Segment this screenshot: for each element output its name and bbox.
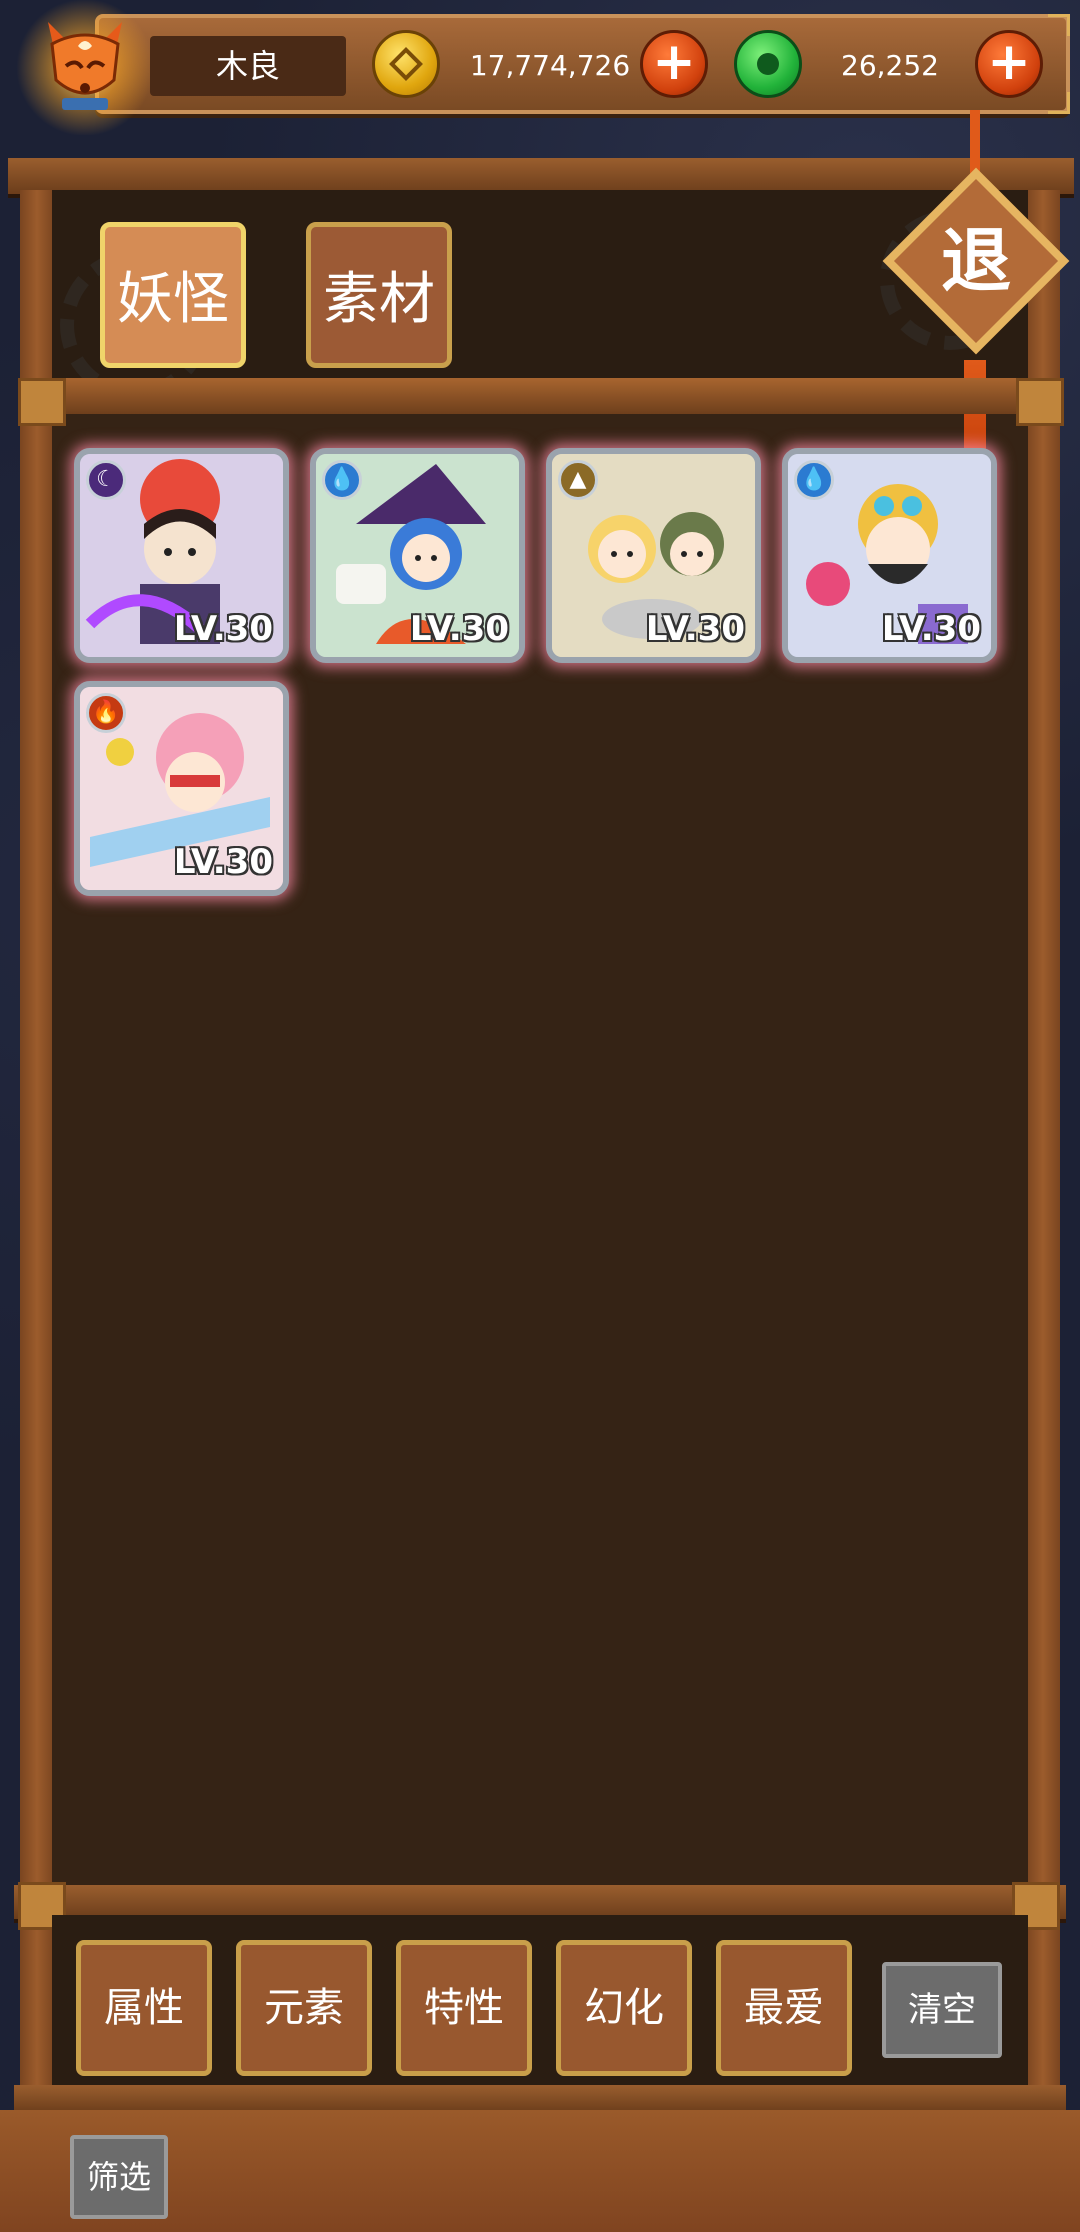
filter-element-label: 元素: [264, 1985, 344, 2031]
add-jade-button[interactable]: +: [975, 30, 1043, 98]
retreat-label: 退: [941, 219, 1011, 302]
filter-element-button[interactable]: 元素: [236, 1940, 372, 2076]
jade-amount: 26,252: [841, 49, 939, 82]
bracket: [1016, 378, 1064, 426]
monster-card[interactable]: ☾ LV.30: [74, 448, 289, 663]
filter-favorite-label: 最爱: [744, 1985, 824, 2031]
bracket: [18, 378, 66, 426]
filter-attribute-label: 属性: [104, 1985, 184, 2031]
frame-right-post: [1026, 190, 1060, 2110]
add-gold-button[interactable]: +: [640, 30, 708, 98]
moon-element-icon: ☾: [86, 460, 126, 500]
monster-card[interactable]: 💧 LV.30: [782, 448, 997, 663]
filter-toggle-label: 筛选: [86, 2158, 151, 2196]
monster-level: LV.30: [173, 842, 273, 882]
jade-coin-icon: [734, 30, 802, 98]
monster-level: LV.30: [173, 609, 273, 649]
player-avatar[interactable]: [10, 0, 160, 135]
filter-toggle-button[interactable]: 筛选: [70, 2135, 168, 2219]
earth-element-icon: ▲: [558, 460, 598, 500]
monster-card[interactable]: ▲ LV.30: [546, 448, 761, 663]
clear-filters-label: 清空: [908, 1990, 976, 2030]
filter-trait-label: 特性: [424, 1985, 504, 2031]
monster-level: LV.30: [881, 609, 981, 649]
fox-mask-avatar-icon: [48, 22, 122, 110]
tab-materials-label: 素材: [323, 267, 435, 332]
player-name: 木良: [150, 36, 346, 96]
gold-coin-icon: [372, 30, 440, 98]
shelf-beam: [20, 378, 1060, 414]
filter-transform-button[interactable]: 幻化: [556, 1940, 692, 2076]
corner-ornament: [1048, 14, 1070, 36]
filter-attribute-button[interactable]: 属性: [76, 1940, 212, 2076]
monster-card[interactable]: 🔥 LV.30: [74, 681, 289, 896]
clear-filters-button[interactable]: 清空: [882, 1962, 1002, 2058]
tab-monsters[interactable]: 妖怪: [100, 222, 246, 368]
frame-lower-beam: [14, 1885, 1066, 1919]
gold-amount: 17,774,726: [469, 49, 631, 82]
monster-level: LV.30: [409, 609, 509, 649]
frame-left-post: [20, 190, 54, 2110]
monster-level: LV.30: [645, 609, 745, 649]
water-drop-element-icon: 💧: [794, 460, 834, 500]
monster-card[interactable]: 💧 LV.30: [310, 448, 525, 663]
filter-trait-button[interactable]: 特性: [396, 1940, 532, 2076]
filter-transform-label: 幻化: [584, 1985, 664, 2031]
water-drop-element-icon: 💧: [322, 460, 362, 500]
frame-bottom-beam: [14, 2085, 1066, 2113]
filter-favorite-button[interactable]: 最爱: [716, 1940, 852, 2076]
tab-materials[interactable]: 素材: [306, 222, 452, 368]
tab-monsters-label: 妖怪: [117, 267, 229, 332]
fire-element-icon: 🔥: [86, 693, 126, 733]
